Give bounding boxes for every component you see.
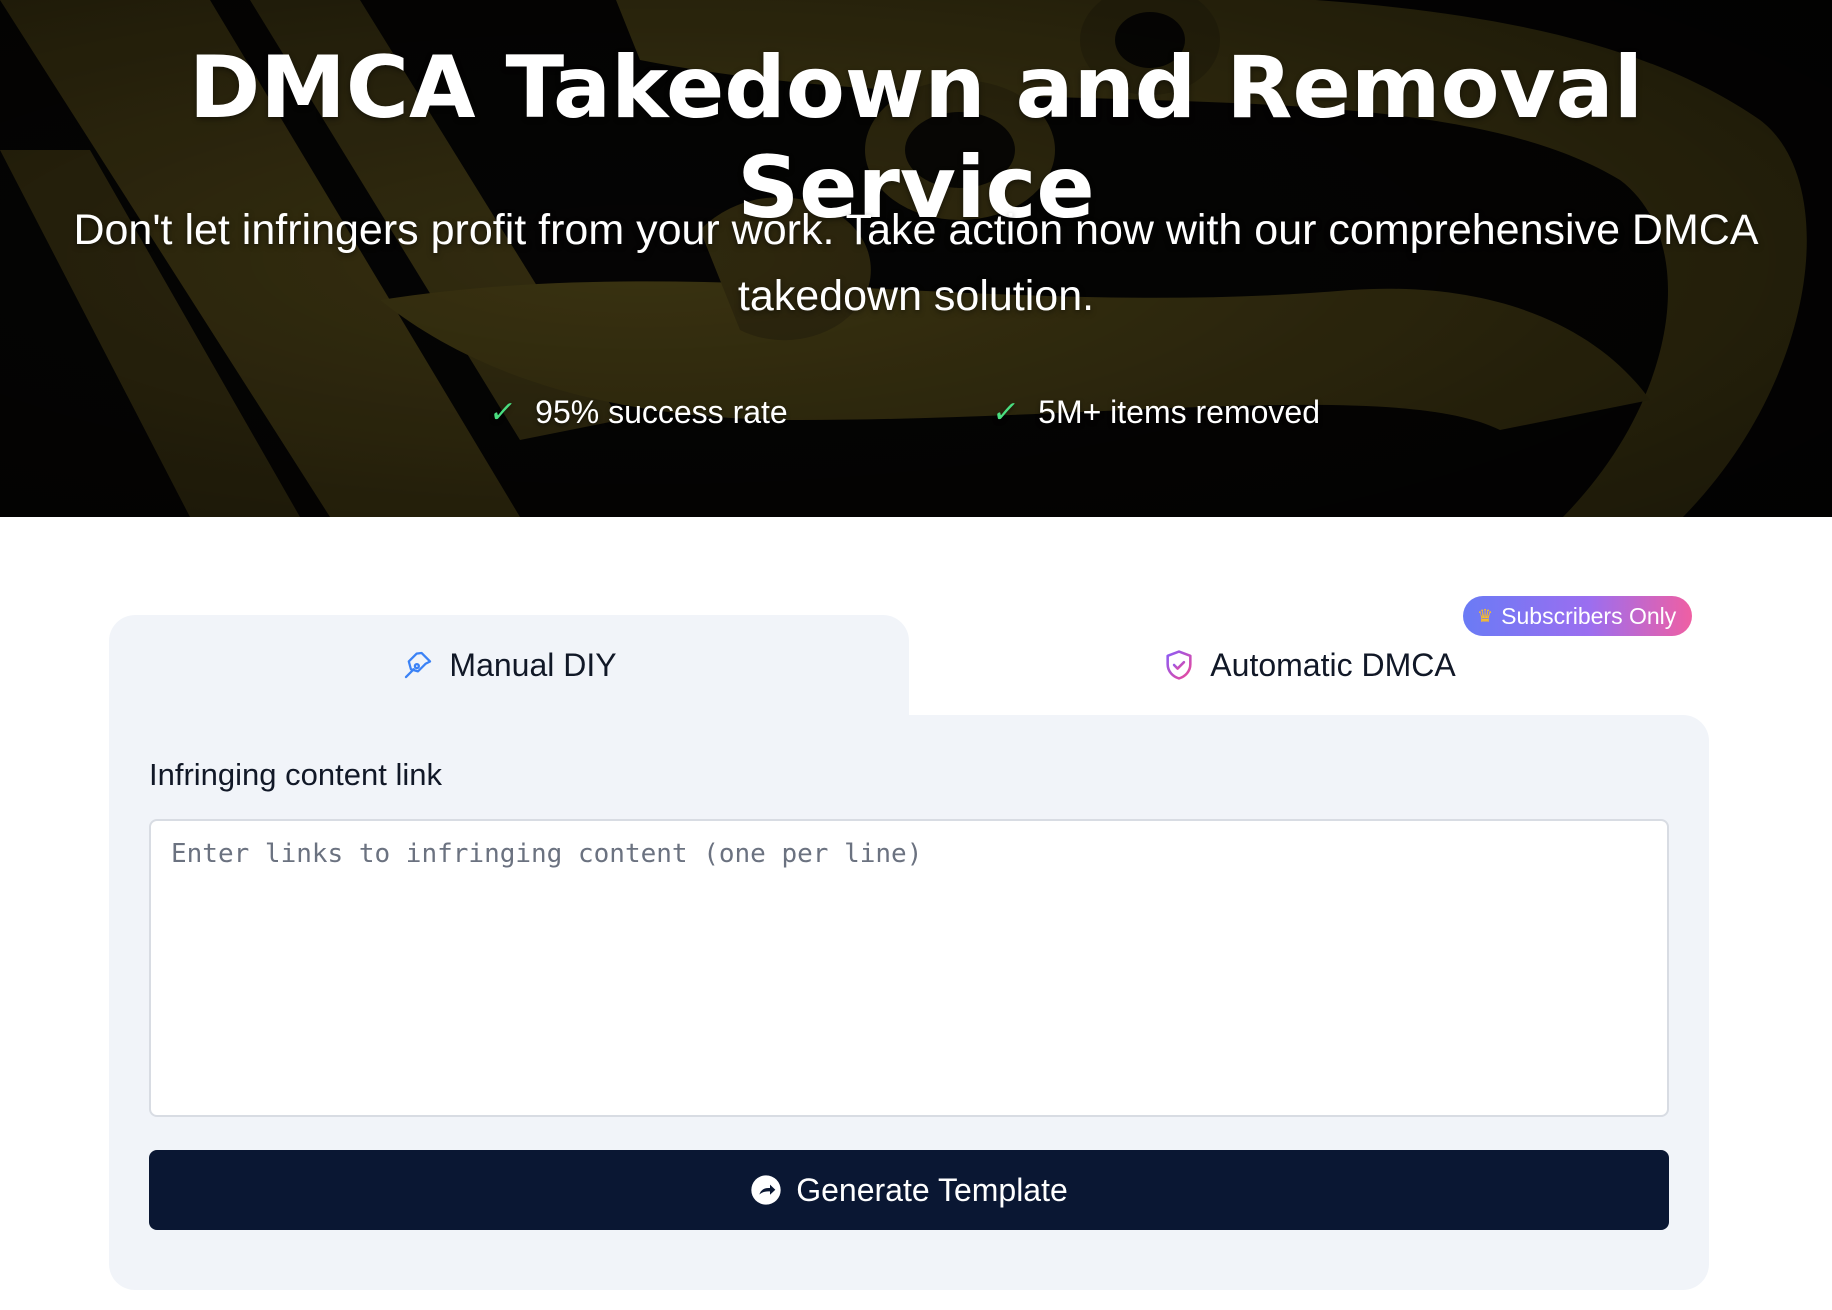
infringing-link-label: Infringing content link: [149, 757, 442, 792]
shield-check-icon: [1166, 650, 1192, 680]
pen-nib-icon: [405, 651, 432, 679]
feature-label: 95% success rate: [535, 393, 788, 430]
hero-subtitle: Don't let infringers profit from your wo…: [73, 206, 1759, 320]
generate-template-button[interactable]: Generate Template: [149, 1150, 1669, 1230]
hero-feature-list: ✓ 95% success rate ✓ 5M+ items removed: [0, 390, 1832, 434]
check-icon: ✓: [486, 394, 519, 430]
badge-label: Subscribers Only: [1501, 602, 1677, 629]
crown-icon: ♛: [1477, 605, 1494, 626]
hero-banner: DMCA Takedown and Removal Service Don't …: [0, 0, 1832, 517]
tab-label: Automatic DMCA: [1210, 646, 1456, 683]
feature-success-rate: ✓ 95% success rate: [486, 390, 788, 434]
manual-diy-panel: Infringing content link Generate Templat…: [109, 715, 1709, 1290]
button-label: Generate Template: [796, 1171, 1068, 1208]
check-icon: ✓: [989, 394, 1022, 430]
feature-label: 5M+ items removed: [1038, 393, 1321, 430]
subscribers-only-badge: ♛ Subscribers Only: [1463, 596, 1693, 636]
arrow-circle-icon: [751, 1175, 781, 1205]
tab-manual-diy[interactable]: Manual DIY: [109, 615, 909, 715]
feature-items-removed: ✓ 5M+ items removed: [989, 390, 1321, 434]
infringing-links-input[interactable]: [149, 819, 1669, 1117]
tab-label: Manual DIY: [449, 646, 617, 683]
